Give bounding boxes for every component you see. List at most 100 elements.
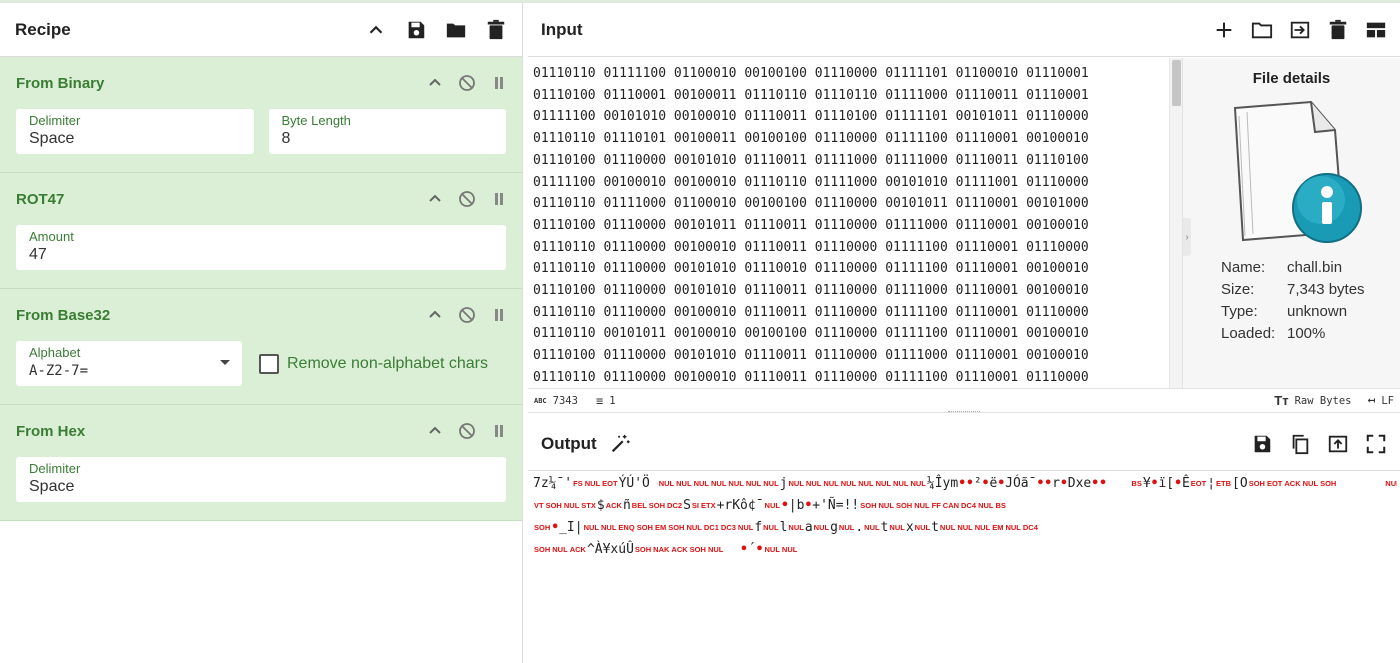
- operation-name: From Base32: [16, 306, 111, 324]
- nonprintable-dot: •: [958, 475, 967, 491]
- control-char: DC1: [703, 522, 719, 532]
- collapse-recipe-icon[interactable]: [365, 19, 387, 41]
- pause-op-icon[interactable]: [490, 422, 508, 440]
- control-char: EOT: [602, 478, 618, 488]
- load-recipe-folder-icon[interactable]: [445, 19, 467, 41]
- disable-op-icon[interactable]: [458, 306, 476, 324]
- control-char: NUL: [914, 522, 931, 532]
- control-char: NUL: [805, 478, 822, 488]
- field-value: Space: [29, 478, 75, 495]
- control-char: SOH: [689, 544, 706, 554]
- pause-op-icon[interactable]: [490, 306, 508, 324]
- control-char: NUL: [957, 522, 973, 532]
- output-text: t: [880, 519, 889, 535]
- pane-resize-handle[interactable]: [948, 411, 980, 415]
- output-text: x: [905, 519, 914, 535]
- file-details-table: Name: chall.bin Size: 7,343 bytes Type: unk…: [1221, 257, 1365, 345]
- disable-op-icon[interactable]: [458, 190, 476, 208]
- chevron-up-icon[interactable]: [426, 74, 444, 92]
- nonprintable-dot: •: [981, 475, 990, 491]
- chevron-up-icon[interactable]: [426, 190, 444, 208]
- nonprintable-dot: •: [551, 519, 560, 535]
- input-scrollbar[interactable]: [1169, 58, 1182, 388]
- remove-non-alphabet-checkbox-row[interactable]: Remove non-alphabet chars: [259, 353, 488, 374]
- control-char: NUL: [658, 478, 675, 488]
- maximise-output-icon[interactable]: [1365, 433, 1387, 455]
- cyberchef-window: Recipe From Binary Delimiter Space Byte …: [0, 0, 1400, 663]
- clear-input-trash-icon[interactable]: [1327, 19, 1349, 41]
- scroll-thumb[interactable]: [1172, 60, 1181, 106]
- byte-length-field[interactable]: Byte Length 8: [268, 109, 506, 154]
- output-text: l: [779, 519, 788, 535]
- copy-output-icon[interactable]: [1289, 433, 1311, 455]
- control-char: SOH: [545, 500, 562, 510]
- output-area[interactable]: 7z¼¯' FS NUL EOT ÝÚ'Ö NUL NUL NUL NUL NUL NUL NUL j…: [533, 472, 1397, 662]
- field-label: Delimiter: [29, 113, 81, 128]
- field-label: Byte Length: [281, 113, 351, 128]
- disable-op-icon[interactable]: [458, 422, 476, 440]
- collapse-file-details-icon[interactable]: ›: [1183, 218, 1191, 256]
- open-file-input-icon[interactable]: [1289, 19, 1311, 41]
- alphabet-select[interactable]: Alphabet A-Z2-7=: [16, 341, 242, 386]
- dropdown-arrow-icon: [220, 360, 230, 365]
- output-text: ¦: [1207, 475, 1216, 491]
- operation-name: From Hex: [16, 422, 86, 440]
- nonprintable-dot: •: [1036, 475, 1045, 491]
- chevron-up-icon[interactable]: [426, 422, 444, 440]
- control-char: ACK: [671, 544, 688, 554]
- output-text: ¥: [1142, 475, 1151, 491]
- input-textarea[interactable]: 01110110 01111100 01100010 00100100 0111…: [533, 63, 1163, 385]
- nonprintable-dot: •: [1099, 475, 1107, 491]
- open-folder-icon[interactable]: [1251, 19, 1273, 41]
- output-line: 7z¼¯' FS NUL EOT ÝÚ'Ö NUL NUL NUL NUL NUL NUL NUL j…: [533, 472, 1397, 494]
- disable-op-icon[interactable]: [458, 74, 476, 92]
- detail-value: chall.bin: [1287, 259, 1343, 276]
- output-text: f: [754, 519, 763, 535]
- output-text: ÝÚ'Ö: [618, 475, 658, 491]
- control-char: DC2: [667, 500, 683, 510]
- control-char: VT: [534, 500, 544, 510]
- encoding-selector[interactable]: Tт Raw Bytes: [1274, 393, 1351, 408]
- amount-field[interactable]: Amount 47: [16, 225, 506, 270]
- control-char: NUL: [584, 478, 601, 488]
- recipe-header: Recipe: [0, 3, 522, 57]
- control-char: NUL: [813, 522, 830, 532]
- nonprintable-dot: •: [997, 475, 1006, 491]
- control-char: NUL: [978, 500, 994, 510]
- control-char: ACK: [605, 500, 622, 510]
- input-status-bar: ABC 7343 ≡ 1 Tт Raw Bytes ↤ LF: [528, 388, 1400, 413]
- input-line: 01110100 01110001 00100011 01110110 0111…: [533, 87, 1089, 103]
- save-recipe-icon[interactable]: [405, 19, 427, 41]
- output-text: ^À¥xúÛ: [586, 541, 634, 557]
- pause-op-icon[interactable]: [490, 190, 508, 208]
- output-text: JÓã¯: [1005, 475, 1037, 491]
- output-text: j: [779, 475, 788, 491]
- output-text: ï[: [1158, 475, 1175, 491]
- delimiter-field[interactable]: Delimiter Space: [16, 457, 506, 502]
- eol-selector[interactable]: ↤ LF: [1368, 393, 1394, 408]
- control-char: NUL: [840, 478, 857, 488]
- delimiter-field[interactable]: Delimiter Space: [16, 109, 254, 154]
- nonprintable-dot: •: [804, 497, 813, 513]
- detail-row-loaded: Loaded: 100%: [1221, 323, 1365, 345]
- nonprintable-dot: •: [1174, 475, 1182, 491]
- output-text: t: [931, 519, 939, 535]
- control-char: NUL: [914, 500, 930, 510]
- unknown-file-icon: [1233, 100, 1362, 243]
- layout-reset-icon[interactable]: [1365, 19, 1387, 41]
- nonprintable-dot: •: [1150, 475, 1159, 491]
- chevron-up-icon[interactable]: [426, 306, 444, 324]
- add-tab-plus-icon[interactable]: [1213, 19, 1235, 41]
- control-char: DC4: [961, 500, 977, 510]
- clear-recipe-trash-icon[interactable]: [485, 19, 507, 41]
- control-char: NUL: [1385, 478, 1397, 488]
- remove-non-alphabet-checkbox[interactable]: [259, 353, 279, 374]
- replace-input-with-output-icon[interactable]: [1327, 433, 1349, 455]
- pause-op-icon[interactable]: [490, 74, 508, 92]
- magic-wand-icon[interactable]: [609, 433, 631, 455]
- control-char: NUL: [878, 500, 894, 510]
- operation-name: From Binary: [16, 74, 105, 92]
- save-output-icon[interactable]: [1251, 433, 1273, 455]
- control-char: NUL: [893, 478, 909, 488]
- control-char: NUL: [889, 522, 905, 532]
